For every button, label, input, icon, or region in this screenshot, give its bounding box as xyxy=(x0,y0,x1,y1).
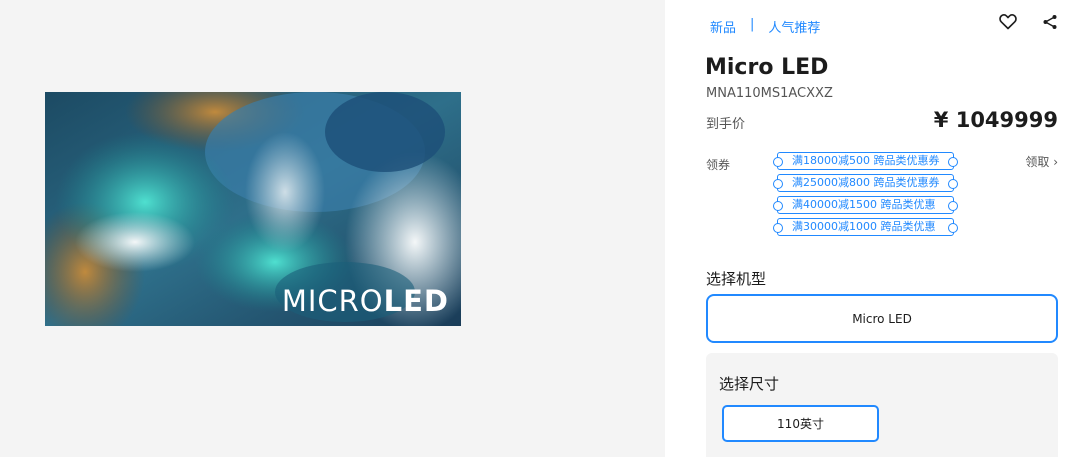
coupon-list: 满18000减500 跨品类优惠券 满25000减800 跨品类优惠券 满400… xyxy=(772,152,959,236)
model-option-micro-led[interactable]: Micro LED xyxy=(706,294,1058,343)
product-info-panel: 新品 | 人气推荐 Micro LED MNA110MS1ACXXZ 到手价 ¥… xyxy=(665,0,1080,457)
coupon-item[interactable]: 满25000减800 跨品类优惠券 xyxy=(772,174,959,192)
hero-overlay-text: MICROLED xyxy=(282,284,449,318)
heart-icon[interactable] xyxy=(998,12,1018,32)
action-icons xyxy=(998,12,1060,32)
hero-text-bold: LED xyxy=(383,284,449,318)
coupon-item[interactable]: 满30000减1000 跨品类优惠 xyxy=(772,218,959,236)
size-select-title: 选择尺寸 xyxy=(719,375,780,393)
coupon-label: 领券 xyxy=(706,158,731,172)
model-select-title: 选择机型 xyxy=(706,270,767,288)
share-icon[interactable] xyxy=(1040,12,1060,32)
price-label: 到手价 xyxy=(706,117,746,132)
tag-popular[interactable]: 人气推荐 xyxy=(768,17,820,36)
product-title: Micro LED xyxy=(705,55,829,80)
coupon-item[interactable]: 满18000减500 跨品类优惠券 xyxy=(772,152,959,170)
size-select-section: 选择尺寸 110英寸 xyxy=(706,353,1058,457)
product-price: ¥ 1049999 xyxy=(933,108,1058,132)
product-gallery: MICROLED xyxy=(0,0,665,457)
size-option-110[interactable]: 110英寸 xyxy=(722,405,879,442)
coupon-item[interactable]: 满40000减1500 跨品类优惠 xyxy=(772,196,959,214)
tag-new[interactable]: 新品 xyxy=(710,17,736,36)
hero-text-light: MICRO xyxy=(281,284,384,318)
breadcrumb: 新品 | 人气推荐 xyxy=(710,17,820,36)
breadcrumb-separator: | xyxy=(750,17,755,32)
claim-coupon-link[interactable]: 领取 › xyxy=(1025,153,1058,170)
product-model-code: MNA110MS1ACXXZ xyxy=(706,86,833,101)
product-image[interactable]: MICROLED xyxy=(45,92,461,326)
